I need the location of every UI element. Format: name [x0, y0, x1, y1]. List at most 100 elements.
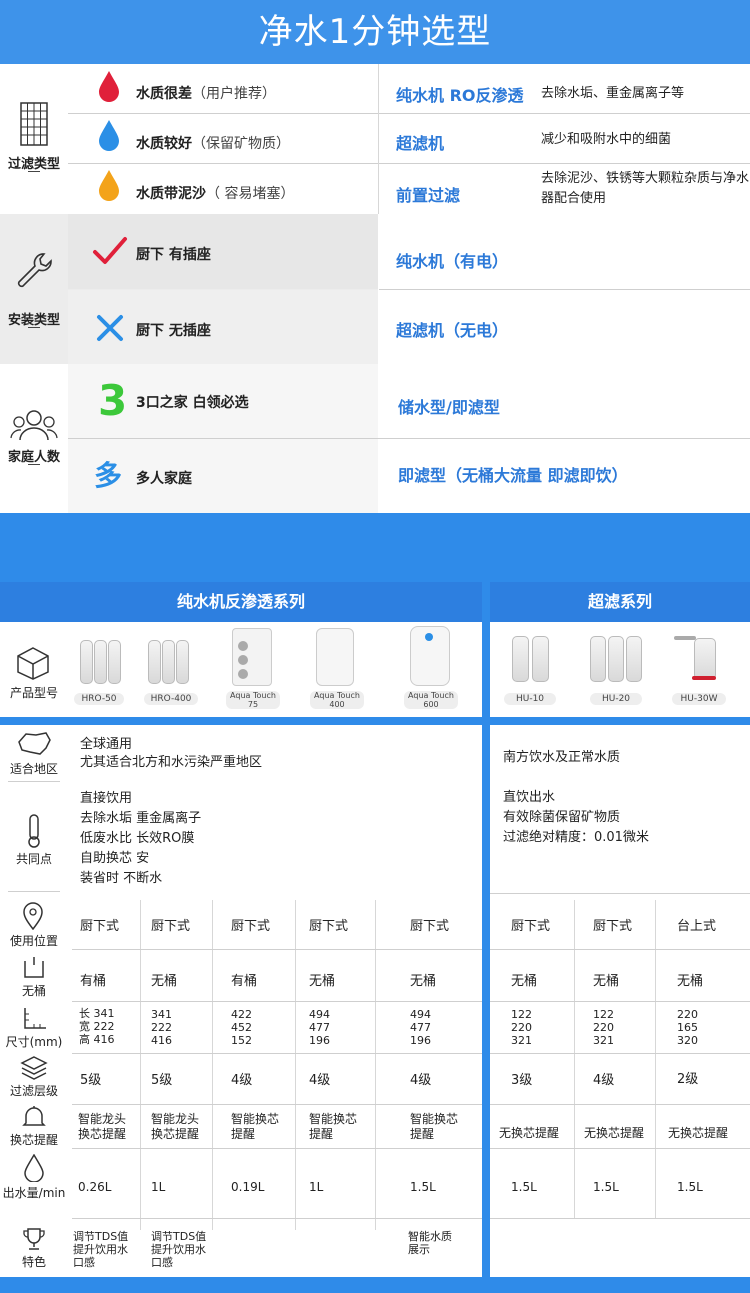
size-cell: 长 341 宽 222 高 416: [79, 1007, 115, 1046]
family-condition-2: 多人家庭: [136, 471, 192, 487]
position-cell: 厨下式: [410, 919, 450, 934]
tab-uf-series[interactable]: 超滤系列: [490, 582, 750, 622]
label-reminder: 换芯提醒: [9, 1133, 58, 1147]
filter-row-2-condition: 水质较好（保留矿物质）: [136, 136, 290, 152]
filter-section-label: 过滤类型: [7, 157, 60, 172]
divider: [490, 949, 750, 950]
red-drop-icon: [99, 71, 119, 102]
location-pin-icon: [23, 902, 43, 930]
family-section: 家庭人数 3 3口之家 白领必选 多 多人家庭 储水型/即滤型 即滤型（无桶大流…: [0, 364, 750, 513]
install-condition-1: 厨下 有插座: [136, 247, 211, 263]
label-layers: 过滤层级: [9, 1084, 58, 1098]
product-image-aqua600[interactable]: [410, 626, 450, 686]
install-type-1: 纯水机（有电）: [396, 252, 509, 271]
size-cell: 494 477 196: [410, 1008, 431, 1047]
family-type-2: 即滤型（无桶大流量 即滤即饮）: [398, 466, 628, 485]
divider: [68, 163, 378, 164]
product-image-hu20[interactable]: [588, 630, 644, 684]
label-underline: [28, 327, 40, 328]
divider: [379, 163, 750, 164]
divider: [8, 781, 60, 782]
product-label-aqua600: Aqua Touch 600: [404, 691, 458, 709]
divider: [490, 1001, 750, 1002]
divider: [68, 113, 378, 114]
divider: [72, 1001, 482, 1002]
flow-cell: 1.5L: [677, 1180, 703, 1194]
label-underline: [28, 171, 40, 172]
layers-cell: 5级: [80, 1073, 102, 1088]
product-label-aqua75: Aqua Touch 75: [226, 691, 280, 709]
page-title: 净水1分钟选型: [258, 12, 492, 52]
install-type-2: 超滤机（无电）: [396, 321, 509, 340]
tank-cell: 无桶: [410, 974, 437, 989]
product-label-hu30w: HU-30W: [672, 693, 726, 705]
filter-row-3-condition: 水质带泥沙（ 容易堵塞）: [136, 186, 295, 202]
family-type-1: 储水型/即滤型: [398, 398, 500, 417]
product-image-hu30w[interactable]: [674, 632, 724, 684]
filter-conditions: 水质很差（用户推荐） 水质较好（保留矿物质） 水质带泥沙（ 容易堵塞）: [68, 64, 378, 214]
reminder-cell: 智能龙头 换芯提醒: [78, 1112, 127, 1141]
family-badge-many: 多: [94, 459, 123, 492]
divider: [490, 893, 750, 894]
trophy-icon: [23, 1228, 45, 1250]
tab-ro-series[interactable]: 纯水机反渗透系列: [0, 582, 482, 622]
flow-cell: 1.5L: [410, 1180, 436, 1194]
filter-desc-pre: 去除泥沙、铁锈等大颗粒杂质与净水器配合使用: [541, 171, 750, 206]
divider: [72, 1148, 482, 1149]
layers-cell: 4级: [231, 1073, 253, 1088]
divider: [8, 891, 60, 892]
page-header: 净水1分钟选型: [0, 0, 750, 64]
layers-cell: 4级: [410, 1073, 432, 1088]
position-cell: 厨下式: [511, 919, 551, 934]
position-cell: 厨下式: [151, 919, 191, 934]
position-cell: 厨下式: [593, 919, 633, 934]
tank-icon: [24, 957, 44, 978]
flow-cell: 1.5L: [593, 1180, 619, 1194]
common-uf: 直饮出水 有效除菌保留矿物质 过滤绝对精度：0.01微米: [503, 790, 649, 845]
family-condition-1: 3口之家 白领必选: [136, 395, 249, 411]
size-cell: 122 220 321: [593, 1008, 614, 1047]
divider: [68, 438, 750, 439]
flow-cell: 0.19L: [231, 1180, 265, 1194]
label-size: 尺寸(mm): [5, 1035, 63, 1049]
people-icon: [10, 410, 58, 441]
col-divider: [574, 900, 575, 1218]
product-label-hu20: HU-20: [590, 693, 642, 705]
layers-cell: 4级: [593, 1073, 615, 1088]
product-image-aqua400[interactable]: [316, 628, 354, 686]
label-feature: 特色: [21, 1255, 46, 1269]
size-cell: 494 477 196: [309, 1008, 330, 1047]
reminder-cell: 无换芯提醒: [499, 1126, 560, 1140]
install-section: 安装类型 厨下 有插座 厨下 无插座 纯水机（有电） 超滤机（无电）: [0, 214, 750, 364]
bell-icon: [22, 1106, 46, 1126]
check-icon: [93, 237, 127, 264]
reminder-cell: 智能换芯 提醒: [231, 1112, 280, 1141]
cross-icon: [97, 315, 123, 341]
product-label-hro50: HRO-50: [74, 693, 124, 705]
product-image-aqua75[interactable]: [232, 628, 272, 686]
layers-cell: 3级: [511, 1073, 533, 1088]
product-image-hro400[interactable]: [148, 632, 190, 684]
reminder-cell: 智能龙头 换芯提醒: [151, 1112, 200, 1141]
common-ro: 直接饮用 去除水垢 重金属离子 低废水比 长效RO膜 自助换芯 安装省时 不断水: [80, 791, 202, 886]
divider: [72, 1218, 482, 1219]
flow-cell: 0.26L: [78, 1180, 112, 1194]
label-model: 产品型号: [9, 686, 58, 700]
filter-section: 过滤类型 水质很差（用户推荐） 水质较好（保留矿物质） 水质带泥沙（ 容易堵塞）…: [0, 64, 750, 214]
layers-cell: 2级: [677, 1072, 699, 1087]
blue-drop-icon: [99, 120, 119, 151]
product-image-hro50[interactable]: [80, 632, 122, 684]
install-condition-2: 厨下 无插座: [136, 323, 211, 339]
region-ro: 全球通用 尤其适合北方和水污染严重地区: [80, 737, 263, 770]
layers-icon: [20, 1056, 48, 1080]
label-flow: 出水量/min: [2, 1186, 66, 1200]
label-tank: 无桶: [21, 984, 46, 998]
install-section-label: 安装类型: [7, 313, 60, 328]
ruler-icon: [24, 1008, 46, 1029]
tank-cell: 无桶: [511, 974, 538, 989]
feature-cell: 调节TDS值 提升饮用水 口感: [151, 1230, 207, 1269]
water-drop-icon: [24, 1154, 44, 1182]
product-image-hu10[interactable]: [510, 630, 550, 684]
position-cell: 台上式: [677, 919, 717, 934]
reminder-cell: 智能换芯 提醒: [309, 1112, 358, 1141]
